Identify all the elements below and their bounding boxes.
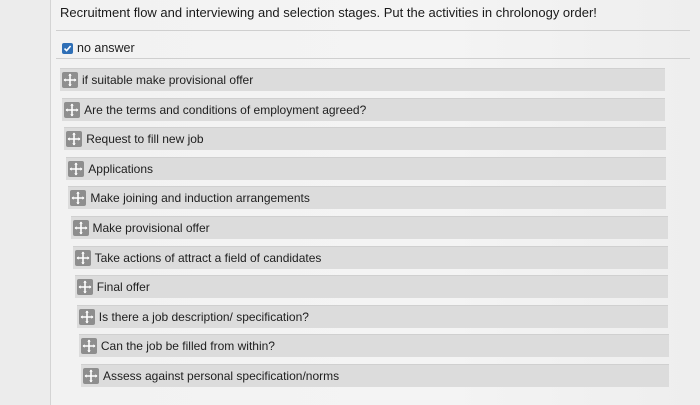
no-answer-option[interactable]: no answer [62, 40, 135, 56]
checkmark-icon [63, 44, 72, 52]
sortable-item[interactable]: Can the job be filled from within? [78, 334, 669, 357]
move-arrows-icon[interactable] [74, 250, 91, 266]
divider [56, 58, 690, 59]
sortable-item-label: Make provisional offer [92, 221, 210, 235]
move-arrows-icon[interactable] [83, 368, 99, 384]
no-answer-label: no answer [77, 41, 135, 55]
sortable-item-label: Final offer [96, 280, 150, 294]
move-arrows-icon[interactable] [80, 338, 97, 354]
move-arrows-icon[interactable] [68, 161, 85, 177]
sortable-item-label: Is there a job description/ specificatio… [98, 310, 309, 324]
move-arrows-icon[interactable] [64, 102, 81, 118]
move-arrows-icon[interactable] [76, 279, 93, 295]
sortable-item[interactable]: Make provisional offer [70, 216, 668, 239]
sortable-item[interactable]: Applications [66, 157, 667, 180]
question-text: Recruitment flow and interviewing and se… [60, 5, 597, 20]
sortable-item-label: Take actions of attract a field of candi… [94, 251, 322, 265]
divider [56, 30, 690, 31]
sortable-item-label: Make joining and induction arrangements [90, 191, 310, 205]
move-arrows-icon[interactable] [70, 190, 87, 206]
move-arrows-icon[interactable] [78, 309, 95, 325]
sortable-item[interactable]: Are the terms and conditions of employme… [62, 98, 666, 121]
sortable-item-label: Can the job be filled from within? [100, 339, 275, 353]
sortable-item-label: Assess against personal specification/no… [103, 369, 340, 383]
sortable-item[interactable]: Make joining and induction arrangements [68, 186, 667, 209]
sortable-item-label: Applications [88, 162, 154, 176]
move-arrows-icon[interactable] [66, 131, 83, 147]
no-answer-checkbox[interactable] [62, 42, 73, 54]
sortable-item[interactable]: Assess against personal specification/no… [81, 364, 669, 387]
move-arrows-icon[interactable] [62, 72, 78, 88]
sortable-item[interactable]: Request to fill new job [64, 127, 667, 150]
move-arrows-icon[interactable] [72, 220, 89, 236]
sortable-item[interactable]: Final offer [74, 275, 668, 298]
sortable-item-label: if suitable make provisional offer [82, 73, 254, 87]
sortable-item-label: Request to fill new job [86, 132, 204, 146]
sortable-item-label: Are the terms and conditions of employme… [84, 103, 367, 117]
sortable-item[interactable]: Is there a job description/ specificatio… [76, 305, 668, 328]
sortable-item[interactable]: Take actions of attract a field of candi… [72, 246, 668, 269]
sortable-item[interactable]: if suitable make provisional offer [60, 68, 665, 91]
